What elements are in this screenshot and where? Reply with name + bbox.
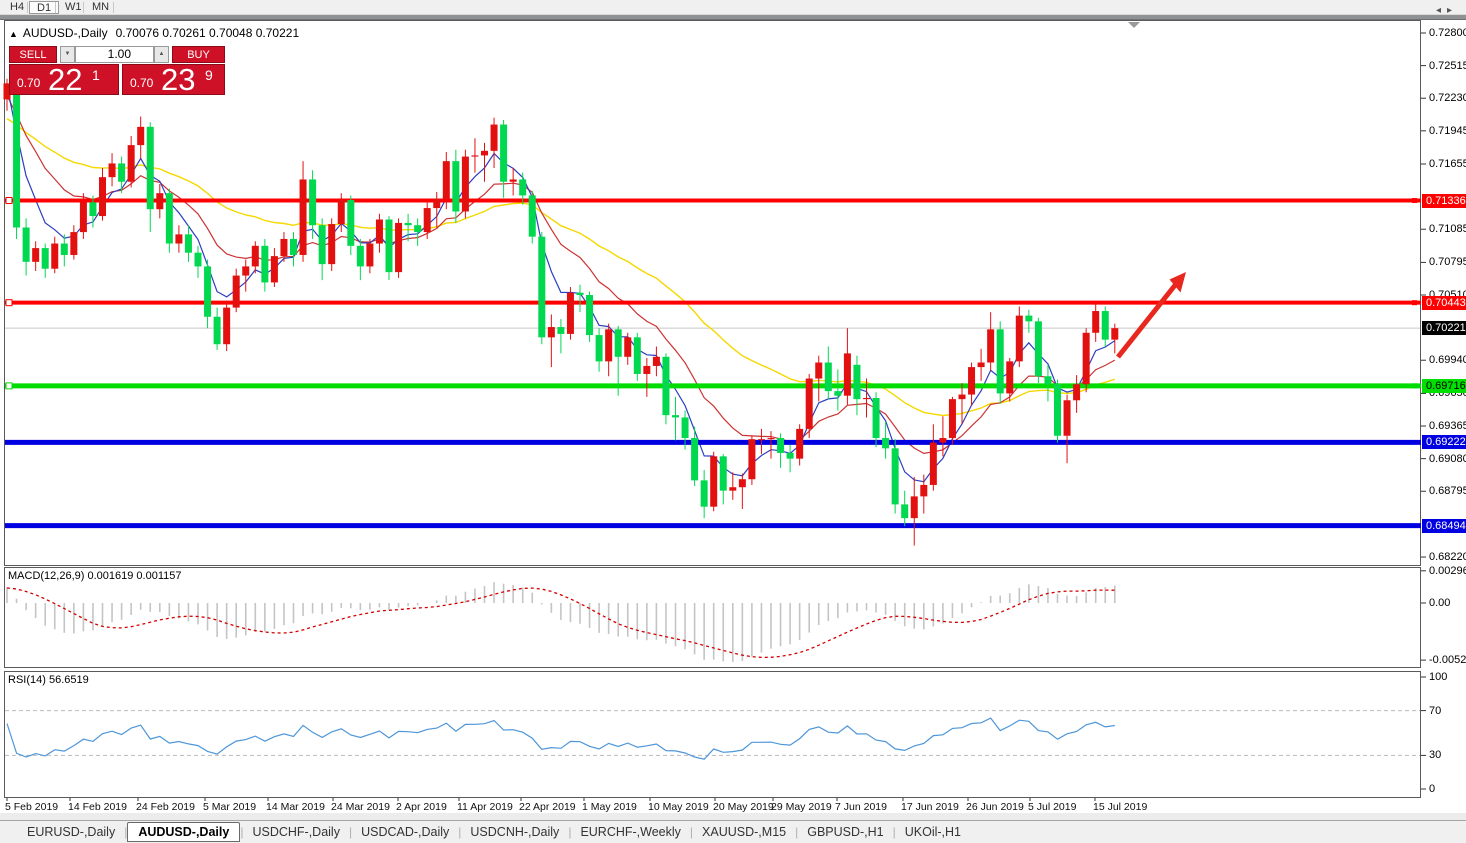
- price-axis-tick-label: 0.71085: [1429, 223, 1466, 235]
- toolbar-divider: [113, 2, 114, 13]
- chart-tab-eurchf-weekly[interactable]: EURCHF-,Weekly: [571, 823, 689, 841]
- date-axis-label: 26 Jun 2019: [966, 801, 1024, 813]
- chart-tab-audusd-daily[interactable]: AUDUSD-,Daily: [127, 822, 240, 842]
- date-axis-label: 14 Feb 2019: [68, 801, 127, 813]
- buy-price-prefix: 0.70: [130, 76, 153, 90]
- sell-price-pip: 1: [92, 67, 100, 83]
- buy-button[interactable]: BUY: [172, 46, 225, 63]
- toolbar-divider: [83, 2, 84, 13]
- date-axis-label: 15 Jul 2019: [1093, 801, 1147, 813]
- chart-canvas: [0, 0, 1466, 843]
- line-handle[interactable]: [1412, 198, 1417, 203]
- tab-scroll-left-icon[interactable]: ◂: [1436, 5, 1447, 16]
- line-handle[interactable]: [6, 300, 12, 306]
- chart-tab-usdcnh-daily[interactable]: USDCNH-,Daily: [461, 823, 568, 841]
- rsi-panel: [5, 672, 1421, 798]
- price-axis-tick-label: 0.68220: [1429, 551, 1466, 563]
- rsi-axis-tick-label: 100: [1429, 671, 1447, 683]
- buy-quote-button[interactable]: 0.70 23 9: [122, 64, 225, 95]
- date-axis-label: 5 Mar 2019: [203, 801, 256, 813]
- price-axis-tick-label: 0.70795: [1429, 256, 1466, 268]
- price-tag-label: 0.70443: [1422, 296, 1466, 310]
- price-axis-tick-label: 0.69940: [1429, 354, 1466, 366]
- price-tag-label: 0.71336: [1422, 194, 1466, 208]
- price-axis-tick-label: 0.69080: [1429, 453, 1466, 465]
- date-axis-label: 10 May 2019: [648, 801, 709, 813]
- macd-indicator-label: MACD(12,26,9) 0.001619 0.001157: [8, 570, 181, 582]
- chart-tab-usdchf-daily[interactable]: USDCHF-,Daily: [243, 823, 349, 841]
- tab-scroll-right-icon[interactable]: ▸: [1447, 5, 1458, 16]
- date-axis-label: 5 Feb 2019: [5, 801, 58, 813]
- chart-tab-xauusd-m15[interactable]: XAUUSD-,M15: [693, 823, 795, 841]
- price-tag-label: 0.70221: [1422, 321, 1466, 335]
- sell-price-main: 22: [48, 62, 82, 98]
- timeframe-button-mn[interactable]: MN: [85, 1, 116, 14]
- date-axis-label: 2 Apr 2019: [396, 801, 447, 813]
- macd-axis-tick-label: -0.005255: [1429, 654, 1466, 666]
- price-tag-label: 0.69222: [1422, 435, 1466, 449]
- toolbar-divider: [27, 2, 28, 13]
- sell-price-prefix: 0.70: [17, 76, 40, 90]
- symbol-title: AUDUSD-,Daily: [23, 26, 108, 40]
- sell-quote-button[interactable]: 0.70 22 1: [9, 64, 119, 95]
- chart-title-bar: ▲ AUDUSD-,Daily 0.70076 0.70261 0.70048 0.…: [9, 26, 299, 40]
- date-axis-label: 11 Apr 2019: [457, 801, 513, 813]
- date-axis-label: 24 Feb 2019: [136, 801, 195, 813]
- volume-decrease-button[interactable]: ▼: [60, 46, 75, 63]
- rsi-axis-tick-label: 30: [1429, 749, 1441, 761]
- tab-scroll-arrows[interactable]: ◂▸: [1436, 5, 1458, 16]
- chart-tab-bar: EURUSD-,Daily|AUDUSD-,Daily|USDCHF-,Dail…: [0, 820, 1466, 843]
- volume-input[interactable]: 1.00: [75, 46, 154, 63]
- date-axis-label: 7 Jun 2019: [835, 801, 887, 813]
- timeframe-toolbar: H4 D1 W1 MN: [0, 0, 1466, 15]
- price-axis-tick-label: 0.69365: [1429, 420, 1466, 432]
- spinner-down-icon: ▼: [65, 51, 71, 57]
- price-axis-tick-label: 0.72515: [1429, 60, 1466, 72]
- date-axis-label: 17 Jun 2019: [901, 801, 959, 813]
- date-axis-label: 22 Apr 2019: [519, 801, 576, 813]
- price-axis-tick-label: 0.68795: [1429, 485, 1466, 497]
- bottom-splitter: [0, 813, 1466, 820]
- buy-price-main: 23: [161, 62, 195, 98]
- ohlc-readout: 0.70076 0.70261 0.70048 0.70221: [116, 26, 300, 40]
- chart-tab-eurusd-daily[interactable]: EURUSD-,Daily: [18, 823, 124, 841]
- price-axis-tick-label: 0.72230: [1429, 92, 1466, 104]
- chart-tab-usdcad-daily[interactable]: USDCAD-,Daily: [352, 823, 458, 841]
- date-axis-label: 24 Mar 2019: [331, 801, 390, 813]
- price-tag-label: 0.68494: [1422, 519, 1466, 533]
- volume-increase-button[interactable]: ▲: [154, 46, 169, 63]
- macd-axis-tick-label: 0.002962: [1429, 565, 1466, 577]
- macd-axis-tick-label: 0.00: [1429, 597, 1450, 609]
- line-handle[interactable]: [1412, 300, 1417, 305]
- date-axis-label: 14 Mar 2019: [266, 801, 325, 813]
- line-handle[interactable]: [6, 383, 12, 389]
- chart-tab-ukoil-h1[interactable]: UKOil-,H1: [896, 823, 970, 841]
- price-axis-tick-label: 0.71945: [1429, 125, 1466, 137]
- price-tag-label: 0.69716: [1422, 379, 1466, 393]
- rsi-axis-tick-label: 70: [1429, 705, 1441, 717]
- date-axis-label: 20 May 2019: [713, 801, 774, 813]
- date-axis-label: 29 May 2019: [771, 801, 832, 813]
- spinner-up-icon: ▲: [159, 51, 165, 57]
- line-handle[interactable]: [1412, 383, 1417, 388]
- line-handle[interactable]: [6, 198, 12, 204]
- collapse-panel-icon[interactable]: ▲: [9, 29, 18, 39]
- toolbar-divider: [55, 2, 56, 13]
- chart-tab-gbpusd-h1[interactable]: GBPUSD-,H1: [798, 823, 892, 841]
- price-axis-tick-label: 0.72800: [1429, 27, 1466, 39]
- buy-price-pip: 9: [205, 67, 213, 83]
- date-axis-label: 1 May 2019: [582, 801, 637, 813]
- rsi-axis-tick-label: 0: [1429, 783, 1435, 795]
- price-axis-tick-label: 0.71655: [1429, 158, 1466, 170]
- window-splitter-bar: [0, 15, 1466, 20]
- date-axis-label: 5 Jul 2019: [1028, 801, 1076, 813]
- rsi-indicator-label: RSI(14) 56.6519: [8, 674, 89, 686]
- sell-button[interactable]: SELL: [9, 46, 57, 63]
- trading-platform-window: H4 D1 W1 MN ▲ AUDUSD-,Daily 0.70076 0.7026…: [0, 0, 1466, 843]
